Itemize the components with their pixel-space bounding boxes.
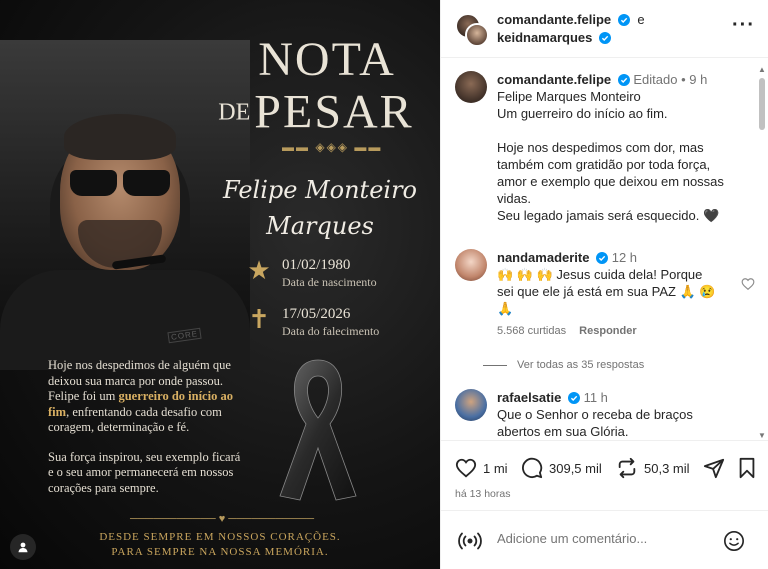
birth-label: Data de nascimento: [282, 275, 377, 289]
caption-username[interactable]: comandante.felipe: [497, 72, 611, 87]
verified-badge-icon: [617, 74, 630, 86]
header-user1-link[interactable]: comandante.felipe: [497, 12, 611, 27]
caption-edited: Editado: [633, 72, 678, 87]
avatar-user2[interactable]: [465, 23, 489, 47]
birth-date: 01/02/1980: [282, 257, 351, 273]
post-actions-bar: 1 mi 309,5 mil 50,3 mil há 13 horas: [441, 440, 768, 510]
bookmark-icon: [739, 457, 755, 479]
caption-line: Seu legado jamais será esquecido. 🖤: [497, 208, 720, 223]
portrait-shirt: CORE: [0, 270, 250, 370]
save-button[interactable]: [737, 457, 757, 479]
caption-line: também com gratidão por toda força,: [497, 157, 711, 172]
caption-avatar[interactable]: [455, 71, 487, 103]
comment-bubble-icon: [522, 457, 543, 479]
sunglasses: [70, 170, 170, 196]
comment-username[interactable]: nandamaderite: [497, 250, 589, 265]
post-header: comandante.felipe e keidnamarques ···: [441, 0, 768, 58]
footer-line-2: PARA SEMPRE NA NOSSA MEMÓRIA.: [111, 546, 329, 558]
mourning-ribbon-icon: [279, 359, 357, 501]
header-user2-link[interactable]: keidnamarques: [497, 30, 592, 45]
share-button[interactable]: [703, 457, 725, 479]
like-button[interactable]: 1 mi: [455, 457, 508, 479]
send-icon: [703, 458, 725, 479]
tribute-paragraph-2: Sua força inspirou, seu exemplo ficará e…: [48, 449, 241, 495]
caption-line: amor e exemplo que deixou em nossas: [497, 174, 724, 189]
likes-count[interactable]: 1 mi: [483, 461, 508, 476]
heart-divider-icon: ─────────── ♥ ───────────: [129, 513, 315, 525]
view-replies-button[interactable]: Ver todas as 35 respostas: [483, 359, 644, 371]
cross-icon: ✝: [248, 304, 270, 334]
death-label: Data do falecimento: [282, 324, 380, 338]
replies-dash: [483, 364, 507, 366]
post-side-panel: comandante.felipe e keidnamarques ··· co…: [440, 0, 768, 569]
caption-time[interactable]: 9 h: [689, 72, 707, 87]
comment-button[interactable]: 309,5 mil: [521, 457, 602, 479]
comment-item: nandamaderite 12 h 🙌 🙌 🙌 Jesus cuida del…: [455, 249, 755, 359]
reply-button[interactable]: Responder: [579, 325, 636, 337]
star-icon: ★: [247, 255, 271, 285]
title-nota: NOTA: [258, 33, 396, 86]
comments-scroll-area[interactable]: comandante.felipe Editado • 9 h Felipe M…: [441, 59, 768, 439]
footer-line-1: DESDE SEMPRE EM NOSSOS CORAÇÕES.: [99, 531, 341, 543]
instagram-post-modal: CORE NOTA DE PESAR ▬▬ ◈◈◈ ▬▬ Felipe Mont…: [0, 0, 768, 569]
audio-live-icon[interactable]: [457, 531, 483, 551]
comment-avatar[interactable]: [455, 249, 487, 281]
scrollbar[interactable]: ▲ ▼: [758, 64, 766, 440]
scroll-up-arrow-icon[interactable]: ▲: [758, 66, 766, 74]
comment-text: Que o Senhor o receba de braços abertos …: [497, 407, 693, 439]
title-de: DE: [218, 99, 251, 126]
comment-time[interactable]: 11 h: [584, 390, 608, 405]
caption-line: Felipe Marques Monteiro: [497, 89, 641, 104]
caption-line: Um guerreiro do início ao fim.: [497, 106, 668, 121]
tribute-text: Hoje nos despedimos de alguém que deixou…: [48, 358, 248, 510]
death-row: ✝ 17/05/2026 Data do falecimento: [246, 305, 379, 339]
title-pesar: PESAR: [254, 85, 414, 139]
shirt-patch-text: CORE: [167, 327, 202, 344]
verified-badge-icon: [596, 252, 609, 264]
repost-icon: [618, 457, 636, 479]
verified-badge-icon: [599, 32, 611, 44]
reposts-count[interactable]: 50,3 mil: [644, 461, 690, 476]
title-de-pesar: DE PESAR: [196, 88, 436, 136]
caption-line: vidas.: [497, 191, 531, 206]
header-usernames: comandante.felipe e keidnamarques: [497, 11, 645, 47]
deceased-name: Felipe Monteiro Marques: [210, 172, 430, 244]
comment-username[interactable]: rafaelsatie: [497, 390, 561, 405]
comments-count[interactable]: 309,5 mil: [549, 461, 602, 476]
deceased-name-line2: Marques: [266, 212, 374, 240]
heart-icon[interactable]: [741, 277, 755, 291]
comment-text: 🙌 🙌 🙌 Jesus cuida dela! Porque sei que e…: [497, 267, 716, 316]
birth-row: ★ 01/02/1980 Data de nascimento: [246, 255, 377, 290]
user-icon: [18, 542, 28, 553]
tribute-paragraph-1: Hoje nos despedimos de alguém que deixou…: [48, 358, 233, 434]
post-image[interactable]: CORE NOTA DE PESAR ▬▬ ◈◈◈ ▬▬ Felipe Mont…: [0, 0, 440, 569]
comment-time[interactable]: 12 h: [612, 250, 637, 265]
more-options-icon[interactable]: ···: [732, 15, 755, 35]
post-timestamp[interactable]: há 13 horas: [455, 488, 510, 500]
tagged-users-button[interactable]: [10, 534, 36, 560]
heart-icon: [455, 458, 477, 478]
view-replies-label: Ver todas as 35 respostas: [517, 359, 645, 371]
comment-input-bar: [441, 510, 768, 569]
header-and: e: [637, 12, 645, 27]
caption-dot: •: [681, 72, 686, 87]
ornament-divider-icon: ▬▬ ◈◈◈ ▬▬: [282, 140, 383, 154]
comment-avatar[interactable]: [455, 389, 487, 421]
death-date: 17/05/2026: [282, 306, 351, 322]
verified-badge-icon: [567, 392, 580, 404]
collab-avatars[interactable]: [455, 13, 489, 47]
scroll-down-arrow-icon[interactable]: ▼: [758, 432, 766, 440]
caption-line: Hoje nos despedimos com dor, mas: [497, 140, 704, 155]
portrait-hair: [64, 114, 176, 160]
scrollbar-thumb[interactable]: [759, 78, 765, 130]
verified-badge-icon: [617, 14, 630, 26]
repost-button[interactable]: 50,3 mil: [616, 457, 690, 479]
comment-likes[interactable]: 5.568 curtidas: [497, 325, 566, 337]
emoji-icon[interactable]: [723, 530, 745, 552]
comment-input[interactable]: [497, 531, 717, 546]
deceased-name-line1: Felipe Monteiro: [222, 176, 417, 204]
